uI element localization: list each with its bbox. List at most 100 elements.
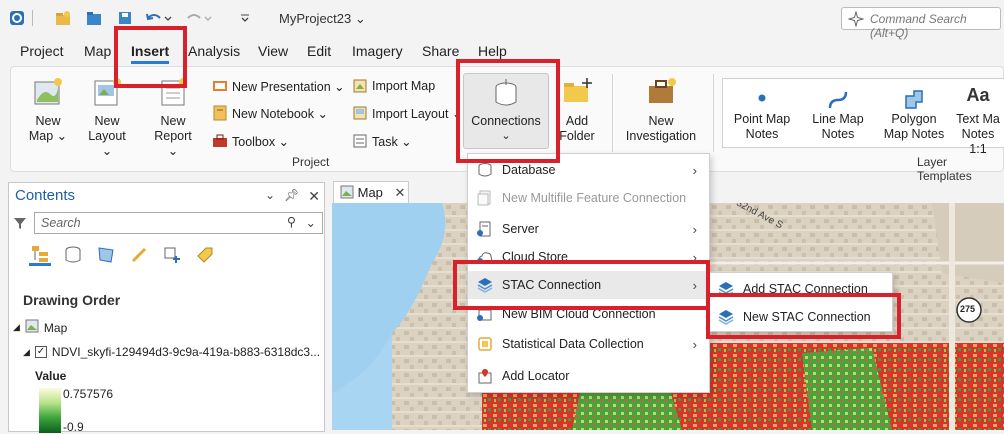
new-notebook-button[interactable]: New Notebook ⌄ bbox=[212, 105, 328, 121]
new-report-button[interactable]: New Report ⌄ bbox=[148, 76, 198, 159]
line-icon bbox=[808, 88, 868, 112]
chevron-down-icon[interactable]: ⌄ bbox=[306, 215, 316, 230]
add-folder-button[interactable]: Add Folder bbox=[557, 76, 597, 144]
tab-edit[interactable]: Edit bbox=[307, 43, 331, 59]
sparkle-icon bbox=[847, 10, 865, 30]
search-placeholder: Search bbox=[41, 216, 81, 230]
toolbox-button[interactable]: Toolbox ⌄ bbox=[212, 133, 289, 149]
tab-share[interactable]: Share bbox=[422, 43, 459, 59]
task-label: Task ⌄ bbox=[372, 134, 412, 149]
line-map-notes-button[interactable]: Line Map Notes bbox=[808, 88, 868, 142]
map-tree-item[interactable]: ◢ Map bbox=[13, 319, 67, 336]
annotation-box-new-stac-connection bbox=[706, 293, 901, 339]
save-project-icon[interactable] bbox=[116, 9, 134, 27]
import-layout-button[interactable]: Import Layout ⌄ bbox=[352, 105, 462, 121]
polygon-map-notes-button[interactable]: Polygon Map Notes bbox=[882, 88, 946, 142]
map-item-label: Map bbox=[43, 320, 68, 335]
menu-item-add-locator-label: Add Locator bbox=[502, 369, 570, 383]
pin-icon[interactable]: 📌︎ bbox=[284, 188, 299, 205]
command-search-placeholder: Command Search (Alt+Q) bbox=[870, 12, 967, 40]
map-tab-label: Map bbox=[357, 185, 383, 200]
ribbon-separator bbox=[612, 74, 613, 152]
new-layout-button[interactable]: New Layout ⌄ bbox=[82, 76, 132, 159]
import-layout-label: Import Layout ⌄ bbox=[372, 106, 463, 121]
task-icon bbox=[352, 133, 368, 149]
polygon-map-notes-label: Polygon Map Notes bbox=[883, 112, 945, 141]
menu-item-database-label: Database bbox=[502, 163, 556, 177]
menu-item-add-locator[interactable]: Add Locator bbox=[468, 362, 709, 390]
close-tab-icon[interactable]: ✕ bbox=[395, 185, 406, 200]
annotation-box-connections bbox=[456, 59, 560, 163]
add-folder-icon bbox=[561, 76, 593, 108]
list-by-labeling-icon[interactable] bbox=[194, 244, 216, 266]
layer-name: NDVI_skyfi-129494d3-9c9a-419a-b883-6318d… bbox=[51, 345, 321, 359]
contents-view-toolbar bbox=[29, 244, 216, 266]
contents-search-input[interactable]: Search ⚲ ⌄ bbox=[34, 212, 323, 234]
multifile-icon bbox=[476, 189, 494, 207]
toolbox-label: Toolbox ⌄ bbox=[232, 134, 290, 149]
customize-toolbar-icon[interactable] bbox=[236, 9, 254, 27]
new-presentation-button[interactable]: New Presentation ⌄ bbox=[212, 78, 345, 94]
close-icon[interactable]: ✕ bbox=[308, 188, 320, 205]
menu-item-multifile-label: New Multifile Feature Connection bbox=[502, 191, 687, 205]
point-icon bbox=[732, 88, 792, 112]
arcgis-pro-app-icon[interactable] bbox=[8, 9, 26, 27]
toolbox-icon bbox=[212, 133, 228, 149]
layer-visibility-checkbox[interactable]: ✓ bbox=[34, 346, 47, 358]
new-layout-label: New Layout ⌄ bbox=[88, 114, 126, 158]
briefcase-icon bbox=[645, 76, 677, 108]
project-title[interactable]: MyProject23 ⌄ bbox=[279, 11, 366, 27]
route-shield-label: 275 bbox=[960, 304, 976, 314]
new-project-icon[interactable] bbox=[54, 9, 72, 27]
task-button[interactable]: Task ⌄ bbox=[352, 133, 412, 149]
layer-tree-item[interactable]: ◢ ✓ NDVI_skyfi-129494d3-9c9a-419a-b883-6… bbox=[23, 345, 320, 359]
text-map-notes-label: Text Ma Notes 1:1 bbox=[956, 112, 1000, 156]
list-by-data-source-icon[interactable] bbox=[62, 244, 84, 266]
new-investigation-button[interactable]: New Investigation bbox=[623, 76, 699, 144]
map-view-tab[interactable]: Map ✕ bbox=[333, 181, 409, 203]
tab-project[interactable]: Project bbox=[20, 43, 64, 59]
tab-imagery[interactable]: Imagery bbox=[352, 43, 403, 59]
text-aa-icon: Aa bbox=[966, 88, 990, 105]
point-map-notes-button[interactable]: Point Map Notes bbox=[732, 88, 792, 142]
list-by-editing-icon[interactable] bbox=[128, 244, 150, 266]
tab-analysis[interactable]: Analysis bbox=[188, 43, 240, 59]
tab-view[interactable]: View bbox=[258, 43, 288, 59]
add-folder-label: Add Folder bbox=[559, 114, 595, 143]
menu-item-statistical-data-collection[interactable]: Statistical Data Collection › bbox=[468, 330, 709, 358]
chevron-right-icon: › bbox=[692, 221, 697, 237]
pane-options-chevron-icon[interactable]: ⌄ bbox=[265, 188, 275, 205]
tab-help[interactable]: Help bbox=[478, 43, 507, 59]
filter-icon[interactable] bbox=[13, 216, 27, 233]
group-layer-templates-label: Layer Templates bbox=[917, 155, 972, 183]
drawing-order-heading: Drawing Order bbox=[23, 292, 121, 308]
locator-icon bbox=[476, 367, 494, 385]
new-map-button[interactable]: New Map ⌄ bbox=[26, 76, 70, 144]
undo-icon[interactable] bbox=[144, 9, 172, 27]
list-by-drawing-order-icon[interactable] bbox=[29, 244, 51, 266]
annotation-box-insert-tab bbox=[114, 26, 187, 88]
open-project-icon[interactable] bbox=[85, 9, 103, 27]
contents-title: Contents bbox=[15, 187, 76, 204]
text-map-notes-button[interactable]: Aa Text Ma Notes 1:1 bbox=[952, 88, 1004, 157]
contents-pane: Contents ⌄ 📌︎ ✕ Search ⚲ ⌄ Drawing Order… bbox=[8, 182, 325, 434]
expand-triangle-icon[interactable]: ◢ bbox=[23, 347, 30, 358]
menu-item-server[interactable]: Server › bbox=[468, 215, 709, 243]
import-map-button[interactable]: Import Map bbox=[352, 78, 435, 94]
tab-map[interactable]: Map bbox=[84, 43, 111, 59]
list-by-selection-icon[interactable] bbox=[95, 244, 117, 266]
new-presentation-label: New Presentation ⌄ bbox=[232, 79, 345, 94]
map-icon bbox=[25, 319, 39, 336]
search-icon[interactable]: ⚲ bbox=[287, 214, 296, 229]
legend-min-value: -0.9 bbox=[63, 420, 84, 434]
map-tab-icon bbox=[340, 185, 354, 202]
annotation-box-stac-connection bbox=[453, 260, 710, 310]
command-search-input[interactable]: Command Search (Alt+Q) bbox=[841, 7, 1001, 40]
legend-max-value: 0.757576 bbox=[63, 387, 114, 401]
pane-controls: ⌄ 📌︎ ✕ bbox=[265, 188, 320, 205]
list-by-snapping-icon[interactable] bbox=[161, 244, 183, 266]
redo-icon[interactable] bbox=[186, 9, 214, 27]
expand-triangle-icon[interactable]: ◢ bbox=[13, 322, 20, 333]
ndvi-color-ramp bbox=[39, 388, 61, 433]
polygon-icon bbox=[882, 88, 946, 112]
